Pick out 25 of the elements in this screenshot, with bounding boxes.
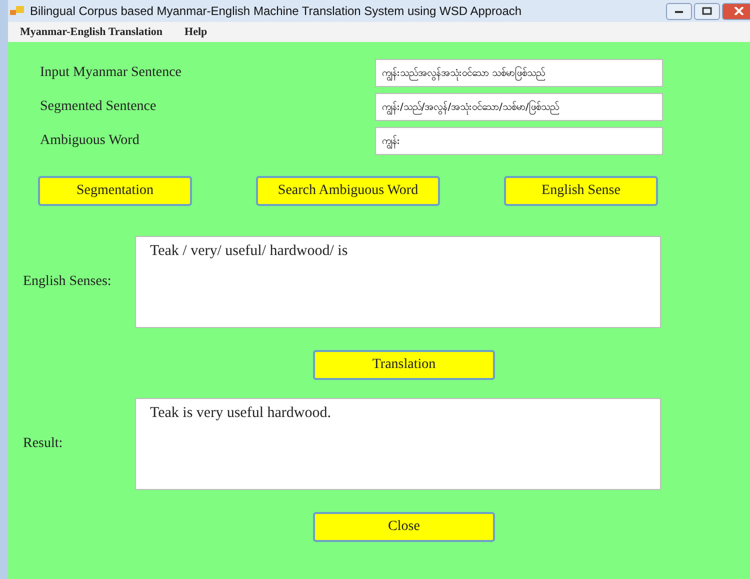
close-button[interactable]	[722, 2, 750, 20]
field-label: Segmented Sentence	[40, 99, 158, 115]
input-field[interactable]: ကျွန်း	[375, 127, 663, 155]
senses-textbox[interactable]: Teak / very/ useful/ hardwood/ is	[135, 236, 661, 328]
field-label: English Senses:	[22, 274, 112, 290]
maximize-icon	[702, 7, 712, 15]
close-form-button[interactable]: Close	[313, 512, 495, 542]
action-button[interactable]: English Sense	[504, 176, 658, 206]
action-button[interactable]: Segmentation	[38, 176, 192, 206]
menu-item[interactable]: Help	[184, 26, 208, 38]
input-field[interactable]: ကျွန်းသည်အလွန်အသုံးဝင်သော သစ်မာဖြစ်သည်	[375, 59, 663, 87]
action-button[interactable]: Search Ambiguous Word	[256, 176, 440, 206]
field-label: Input Myanmar Sentence	[40, 65, 183, 81]
minimize-button[interactable]	[666, 2, 692, 20]
menu-item[interactable]: Myanmar-English Translation	[20, 26, 163, 38]
maximize-button[interactable]	[694, 2, 720, 20]
minimize-icon	[674, 8, 684, 14]
close-icon	[734, 7, 744, 15]
input-field[interactable]: ကျွန်း/သည်/အလွန်/အသုံးဝင်သော/သစ်မာ/ဖြစ်သည်	[375, 93, 663, 121]
window-title: Bilingual Corpus based Myanmar-English Machine Translation System using WSD Approach	[30, 4, 523, 18]
app-icon	[10, 5, 26, 17]
field-label: Result:	[22, 436, 64, 452]
translation-button[interactable]: Translation	[313, 350, 495, 380]
field-label: Ambiguous Word	[40, 133, 140, 149]
result-textbox[interactable]: Teak is very useful hardwood.	[135, 398, 661, 490]
